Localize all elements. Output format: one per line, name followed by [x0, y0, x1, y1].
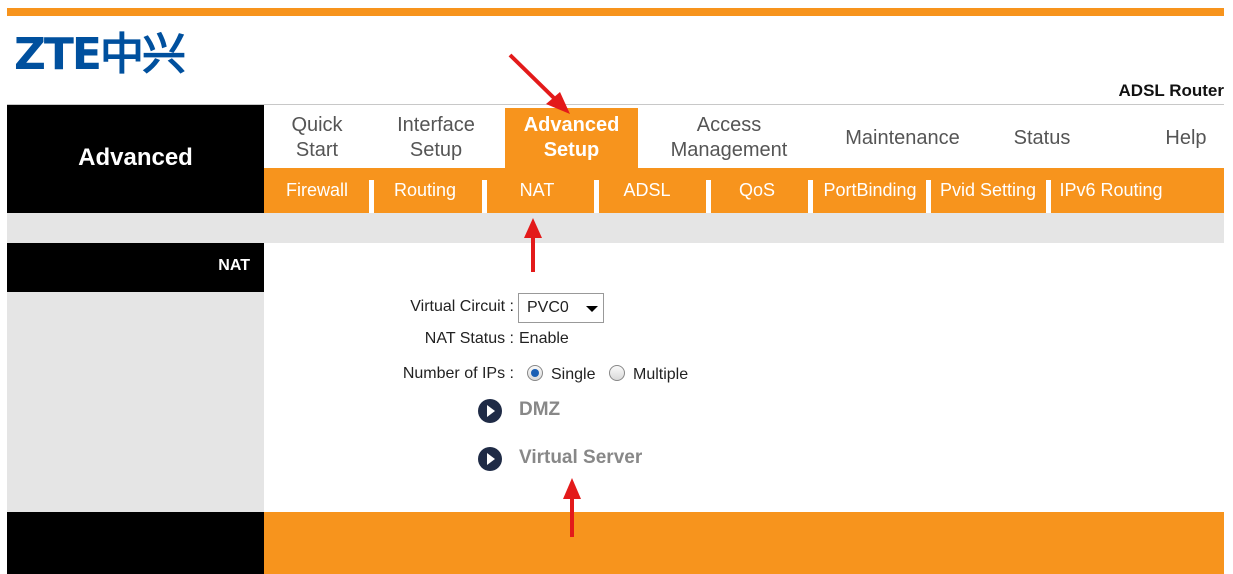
annotation-arrows	[508, 53, 581, 537]
annotation-arrow-virtual-server	[563, 478, 581, 537]
annotation-arrow-advanced-setup	[508, 53, 570, 114]
annotation-arrow-nat	[524, 218, 542, 272]
